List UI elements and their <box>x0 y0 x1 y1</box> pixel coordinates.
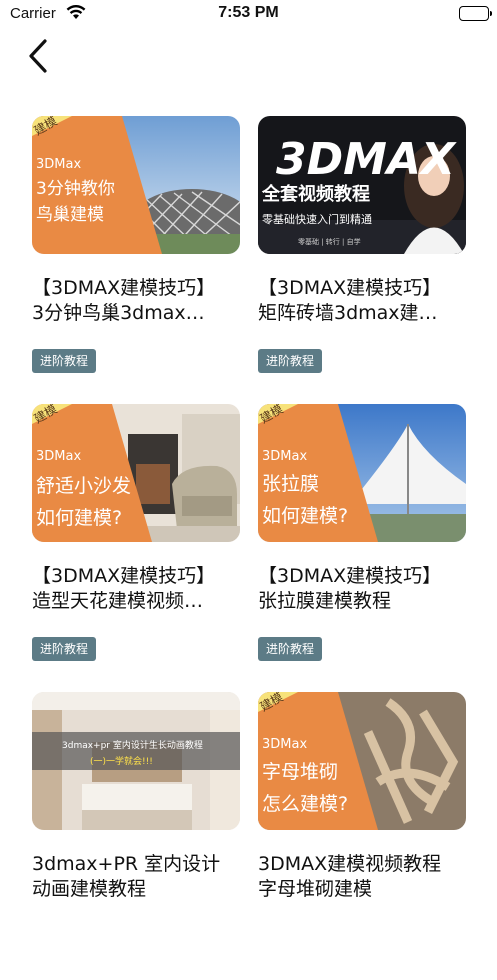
course-title[interactable]: 【3DMAX建模技巧】 矩阵砖墙3dmax建… <box>258 276 466 326</box>
course-thumbnail[interactable]: 3dmax+pr 室内设计生长动画教程 (一)一学就会!!! <box>32 692 240 830</box>
course-card[interactable]: 3DMAX 全套视频教程 零基础快速入门到精通 零基础 | 转行 | 自学 【3… <box>258 116 466 404</box>
thumb-line1: 3dmax+pr 室内设计生长动画教程 <box>62 739 203 751</box>
course-card[interactable]: 建模 3DMax 字母堆砌 怎么建模? 3DMAX建模视频教程 字母堆砌建模 <box>258 692 466 980</box>
course-card[interactable]: 3dmax+pr 室内设计生长动画教程 (一)一学就会!!! 3dmax+PR … <box>32 692 240 980</box>
thumb-line1: 舒适小沙发 <box>36 475 131 497</box>
thumb-line1: 张拉膜 <box>262 473 319 495</box>
thumb-line1: 全套视频教程 <box>261 183 370 205</box>
thumb-brand: 3DMax <box>262 737 307 752</box>
level-tag: 进阶教程 <box>32 349 97 373</box>
thumb-line2: 零基础快速入门到精通 <box>262 212 372 226</box>
thumb-line1: 3分钟教你 <box>36 179 115 199</box>
thumb-line2: 如何建模? <box>262 505 348 527</box>
course-card[interactable]: 建模 3DMax 3分钟教你 鸟巢建模 【3DMAX建模技巧】 3分钟鸟巢3dm… <box>32 116 240 404</box>
thumb-line1: 字母堆砌 <box>262 761 338 783</box>
course-card[interactable]: 建模 3DMax 舒适小沙发 如何建模? 【3DMAX建模技巧】 造型天花建模视… <box>32 404 240 692</box>
status-time: 7:53 PM <box>218 4 279 21</box>
back-button[interactable] <box>20 36 56 76</box>
course-card[interactable]: 建模 3DMax 张拉膜 如何建模? 【3DMAX建模技巧】 张拉膜建模教程 进… <box>258 404 466 692</box>
course-thumbnail[interactable]: 建模 3DMax 张拉膜 如何建模? <box>258 404 466 542</box>
course-title[interactable]: 3dmax+PR 室内设计 动画建模教程 <box>32 852 240 902</box>
course-title[interactable]: 3DMAX建模视频教程 字母堆砌建模 <box>258 852 466 902</box>
level-tag: 进阶教程 <box>258 349 323 373</box>
course-thumbnail[interactable]: 3DMAX 全套视频教程 零基础快速入门到精通 零基础 | 转行 | 自学 <box>258 116 466 254</box>
thumb-line2: (一)一学就会!!! <box>90 755 153 767</box>
thumb-brand: 3DMax <box>36 449 81 464</box>
course-thumbnail[interactable]: 建模 3DMax 3分钟教你 鸟巢建模 <box>32 116 240 254</box>
thumb-logo: 3DMAX <box>276 134 457 185</box>
course-title[interactable]: 【3DMAX建模技巧】 张拉膜建模教程 <box>258 564 466 614</box>
battery-icon <box>459 6 492 21</box>
thumb-line3: 零基础 | 转行 | 自学 <box>298 237 361 246</box>
course-thumbnail[interactable]: 建模 3DMax 字母堆砌 怎么建模? <box>258 692 466 830</box>
course-thumbnail[interactable]: 建模 3DMax 舒适小沙发 如何建模? <box>32 404 240 542</box>
thumb-line2: 鸟巢建模 <box>36 205 104 225</box>
course-title[interactable]: 【3DMAX建模技巧】 造型天花建模视频… <box>32 564 240 614</box>
course-grid: 建模 3DMax 3分钟教你 鸟巢建模 【3DMAX建模技巧】 3分钟鸟巢3dm… <box>32 116 466 980</box>
thumb-line2: 怎么建模? <box>262 793 348 815</box>
level-tag: 进阶教程 <box>32 637 97 661</box>
chevron-left-icon <box>29 39 47 73</box>
status-bar: Carrier 7:53 PM <box>0 0 497 30</box>
level-tag: 进阶教程 <box>258 637 323 661</box>
course-title[interactable]: 【3DMAX建模技巧】 3分钟鸟巢3dmax… <box>32 276 240 326</box>
thumb-line2: 如何建模? <box>36 507 122 529</box>
thumb-brand: 3DMax <box>262 449 307 464</box>
thumb-brand: 3DMax <box>36 157 81 172</box>
